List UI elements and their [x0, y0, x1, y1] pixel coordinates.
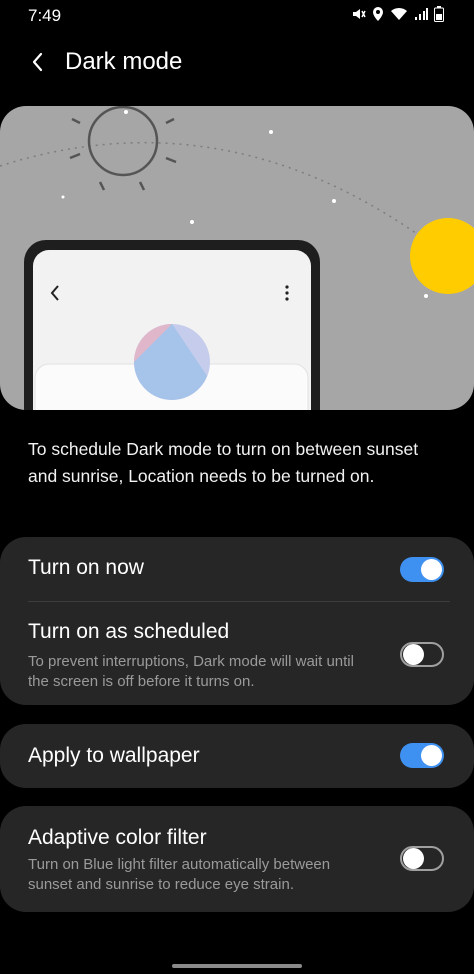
battery-icon [434, 6, 444, 22]
header: Dark mode [0, 40, 474, 84]
turn-on-scheduled-toggle[interactable] [400, 642, 444, 667]
page-title: Dark mode [65, 48, 183, 75]
adaptive-color-description: Turn on Blue light filter automatically … [28, 856, 331, 893]
location-icon [372, 6, 384, 22]
turn-on-now-label: Turn on now [28, 556, 144, 579]
apply-wallpaper-label: Apply to wallpaper [28, 744, 200, 767]
phone-mockup [24, 240, 320, 410]
wifi-icon [390, 7, 408, 21]
dark-mode-illustration [0, 106, 474, 410]
apply-wallpaper-row[interactable]: Apply to wallpaper [0, 724, 474, 788]
back-button[interactable] [20, 44, 56, 80]
adaptive-color-label: Adaptive color filter [28, 826, 207, 849]
toggle-knob [421, 559, 442, 580]
settings-card-adaptive: Adaptive color filter Turn on Blue light… [0, 806, 474, 912]
status-time: 7:49 [28, 6, 62, 25]
sun-icon [410, 218, 474, 294]
settings-card-mode: Turn on now Turn on as scheduled To prev… [0, 537, 474, 705]
chevron-left-icon [32, 52, 43, 72]
apply-wallpaper-toggle[interactable] [400, 743, 444, 768]
status-icons [350, 6, 444, 22]
turn-on-scheduled-description: To prevent interruptions, Dark mode will… [28, 653, 354, 690]
settings-card-wallpaper: Apply to wallpaper [0, 724, 474, 788]
mute-icon [350, 6, 366, 22]
toggle-knob [403, 848, 424, 869]
toggle-knob [421, 745, 442, 766]
turn-on-now-row[interactable]: Turn on now [0, 537, 474, 601]
turn-on-scheduled-row[interactable]: Turn on as scheduled To prevent interrup… [0, 602, 474, 705]
location-description: To schedule Dark mode to turn on between… [28, 439, 419, 486]
toggle-knob [403, 644, 424, 665]
adaptive-color-toggle[interactable] [400, 846, 444, 871]
turn-on-now-toggle[interactable] [400, 557, 444, 582]
status-bar: 7:49 [0, 0, 474, 32]
home-indicator[interactable] [172, 964, 302, 968]
adaptive-color-row[interactable]: Adaptive color filter Turn on Blue light… [0, 806, 474, 912]
signal-icon [414, 7, 428, 21]
turn-on-scheduled-label: Turn on as scheduled [28, 620, 230, 643]
sun-outline-icon [69, 106, 177, 191]
